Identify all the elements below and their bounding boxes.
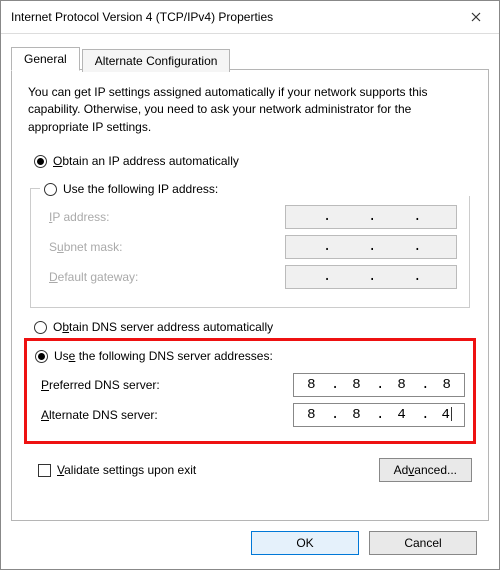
dialog-window: Internet Protocol Version 4 (TCP/IPv4) P… xyxy=(0,0,500,570)
subnet-mask-input: ... xyxy=(285,235,457,259)
subnet-mask-label: Subnet mask: xyxy=(43,240,285,254)
radio-icon xyxy=(35,350,48,363)
radio-use-following-ip[interactable]: Use the following IP address: xyxy=(40,182,484,196)
alternate-dns-label: Alternate DNS server: xyxy=(35,408,293,422)
ip-address-label: IP address: xyxy=(43,210,285,224)
radio-label: Use the following DNS server addresses: xyxy=(54,349,273,363)
radio-use-following-dns[interactable]: Use the following DNS server addresses: xyxy=(35,349,465,363)
tab-bar: General Alternate Configuration xyxy=(11,44,489,70)
text-caret-icon xyxy=(451,407,452,421)
bottom-options-row: Validate settings upon exit Advanced... xyxy=(28,458,472,482)
validate-checkbox[interactable] xyxy=(38,464,51,477)
preferred-dns-input[interactable]: 8. 8. 8. 8 xyxy=(293,373,465,397)
ip-address-group: IP address: ... Subnet mask: ... Default… xyxy=(30,188,470,308)
titlebar: Internet Protocol Version 4 (TCP/IPv4) P… xyxy=(1,1,499,34)
radio-obtain-ip-auto[interactable]: Obtain an IP address automatically xyxy=(34,154,472,168)
radio-obtain-dns-auto[interactable]: Obtain DNS server address automatically xyxy=(34,320,472,334)
radio-label: Obtain an IP address automatically xyxy=(53,154,239,168)
ip-address-input: ... xyxy=(285,205,457,229)
window-title: Internet Protocol Version 4 (TCP/IPv4) P… xyxy=(11,10,453,24)
advanced-button[interactable]: Advanced... xyxy=(379,458,472,482)
radio-icon xyxy=(34,155,47,168)
close-icon[interactable] xyxy=(453,1,499,33)
validate-label: Validate settings upon exit xyxy=(57,463,196,477)
tab-panel-general: You can get IP settings assigned automat… xyxy=(11,69,489,521)
tab-alternate-configuration[interactable]: Alternate Configuration xyxy=(82,49,231,72)
default-gateway-input: ... xyxy=(285,265,457,289)
default-gateway-label: Default gateway: xyxy=(43,270,285,284)
dns-highlight-box: Use the following DNS server addresses: … xyxy=(24,338,476,444)
dialog-body: General Alternate Configuration You can … xyxy=(1,34,499,569)
dialog-footer: OK Cancel xyxy=(11,521,489,555)
tab-general[interactable]: General xyxy=(11,47,80,71)
radio-label: Use the following IP address: xyxy=(63,182,218,196)
description-text: You can get IP settings assigned automat… xyxy=(28,84,472,136)
radio-label: Obtain DNS server address automatically xyxy=(53,320,273,334)
alternate-dns-input[interactable]: 8. 8. 4. 4 xyxy=(293,403,465,427)
radio-icon xyxy=(34,321,47,334)
cancel-button[interactable]: Cancel xyxy=(369,531,477,555)
ok-button[interactable]: OK xyxy=(251,531,359,555)
preferred-dns-label: Preferred DNS server: xyxy=(35,378,293,392)
radio-icon xyxy=(44,183,57,196)
